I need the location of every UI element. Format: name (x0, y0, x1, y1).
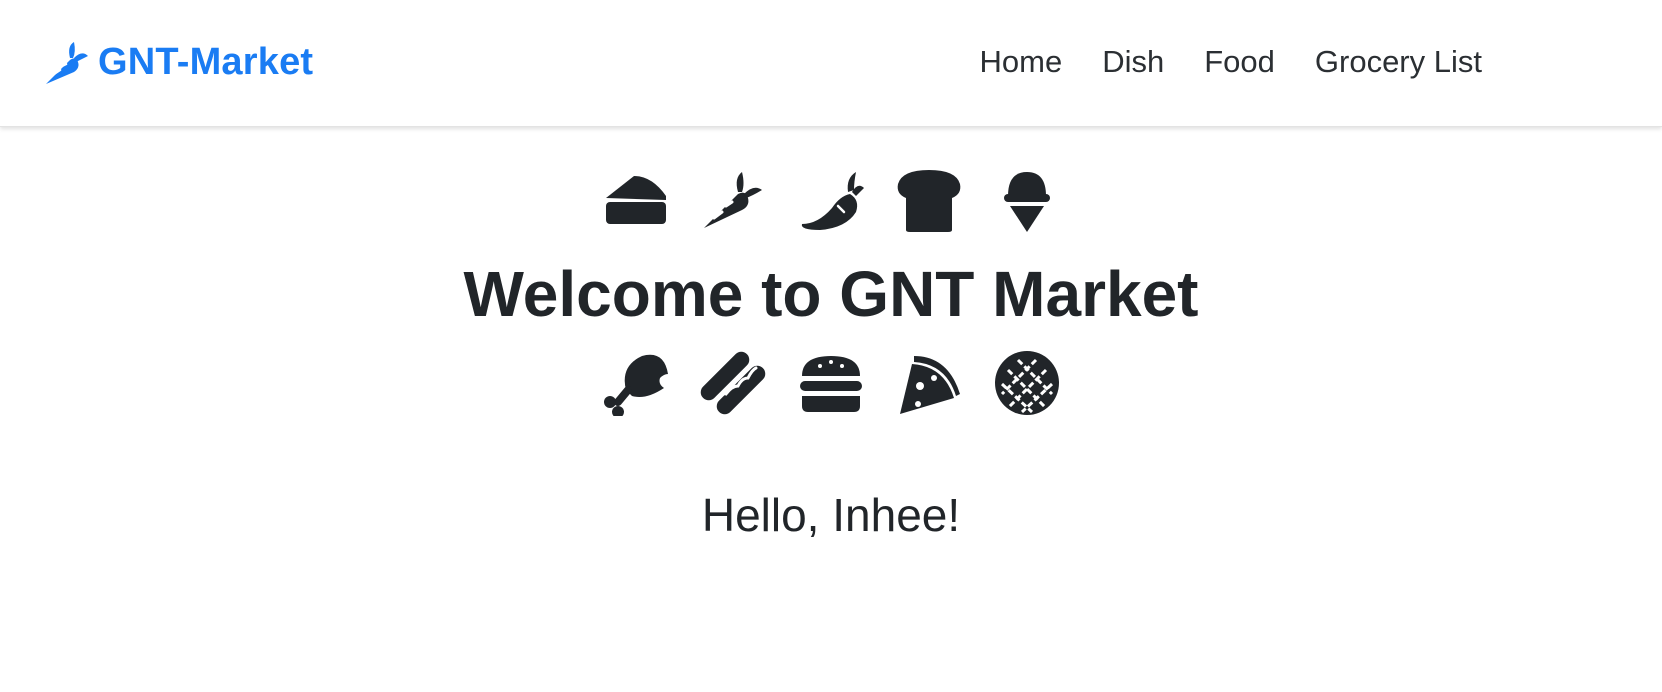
hotdog-icon (700, 351, 766, 415)
bread-icon (897, 170, 961, 232)
page-title: Welcome to GNT Market (463, 258, 1199, 330)
nav-link-dish[interactable]: Dish (1102, 42, 1164, 82)
brand-name: GNT-Market (98, 40, 314, 83)
nav-link-food[interactable]: Food (1204, 42, 1275, 82)
cheesecake-icon (606, 176, 666, 224)
top-navbar: GNT-Market Home Dish Food Grocery List (0, 0, 1662, 127)
brand-link[interactable]: GNT-Market (40, 36, 313, 88)
carrot-icon (46, 42, 88, 84)
bottom-food-icons (0, 350, 1662, 416)
pepper-icon (801, 172, 864, 230)
nav-link-home[interactable]: Home (980, 42, 1063, 82)
nav-link-grocery-list[interactable]: Grocery List (1315, 42, 1482, 82)
ice-cream-icon (1004, 172, 1050, 232)
greeting-text: Hello, Inhee! (701, 489, 961, 541)
carrot-icon (704, 172, 762, 228)
nav-links: Home Dish Food Grocery List (980, 42, 1483, 82)
pizza-slice-icon (900, 356, 960, 414)
pie-icon (995, 351, 1059, 415)
hamburger-icon (800, 356, 862, 412)
top-food-icons (0, 166, 1662, 232)
drumstick-icon (604, 354, 668, 416)
